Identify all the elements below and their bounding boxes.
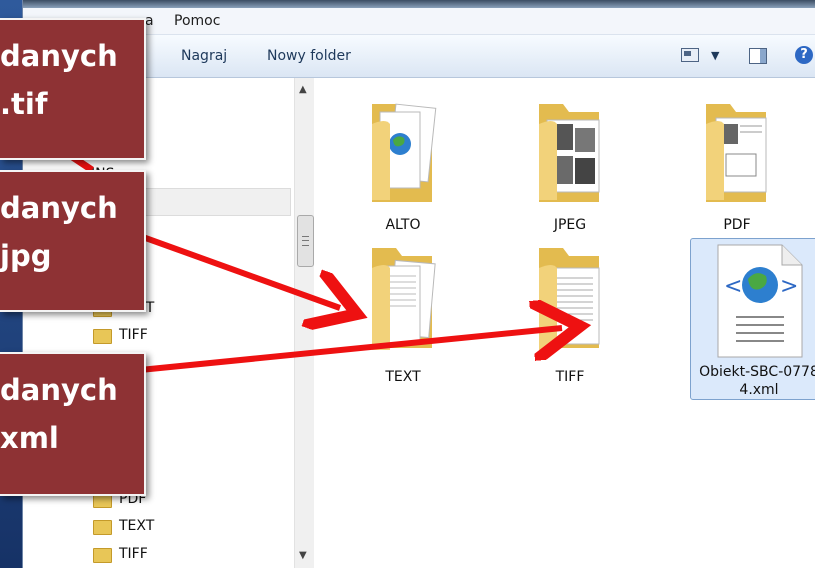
burn-button[interactable]: Nagraj (181, 48, 227, 64)
callout-jpg: danych jpg (0, 170, 146, 312)
callout-xml: danych xml (0, 352, 146, 496)
folder-xml-icon (372, 103, 437, 202)
svg-text:<: < (724, 274, 742, 299)
scroll-thumb[interactable] (297, 215, 314, 267)
file-xml-selected[interactable]: < > Obiekt-SBC-0778 4.xml (690, 238, 815, 400)
chevron-down-icon[interactable]: ▼ (711, 49, 719, 62)
preview-pane-icon[interactable] (749, 48, 767, 64)
folder-documents-icon (706, 104, 767, 202)
file-label-line2: 4.xml (739, 382, 779, 398)
folder-alto[interactable]: ALTO (334, 84, 472, 244)
folder-tiff-icon (539, 248, 600, 350)
folder-photos-icon (539, 104, 600, 202)
folder-label: ALTO (385, 217, 421, 233)
folder-label: PDF (723, 217, 751, 233)
change-view-icon[interactable] (681, 48, 699, 62)
folder-label: TEXT (385, 369, 421, 385)
xml-file-icon: < > (717, 244, 803, 358)
folder-text[interactable]: TEXT (334, 238, 472, 398)
svg-text:>: > (780, 274, 798, 299)
folder-label: TIFF (555, 369, 585, 385)
menu-item-help[interactable]: Pomoc (174, 13, 220, 29)
folder-icon (93, 520, 112, 535)
scroll-up-icon[interactable]: ▲ (299, 84, 307, 95)
callout-tif: danych .tif (0, 18, 146, 160)
file-label-line1: Obiekt-SBC-0778 (699, 364, 815, 380)
folder-text-icon (372, 248, 436, 350)
folder-tiff[interactable]: TIFF (501, 238, 639, 398)
help-icon[interactable]: ? (795, 46, 813, 64)
folder-jpeg[interactable]: JPEG (501, 84, 639, 244)
menu-item-partial[interactable]: a (145, 13, 154, 29)
folder-icon (93, 329, 112, 344)
folder-pdf[interactable]: PDF (668, 84, 806, 244)
file-list: ALTO JPEG PDF TEXT TIFF < > Obiekt-SBC-0… (314, 78, 815, 568)
scroll-down-icon[interactable]: ▼ (299, 550, 307, 561)
new-folder-button[interactable]: Nowy folder (267, 48, 351, 64)
folder-label: JPEG (553, 217, 587, 233)
title-bar (23, 0, 815, 8)
folder-icon (93, 548, 112, 563)
nav-scrollbar[interactable]: ▲ ▼ (294, 78, 314, 568)
